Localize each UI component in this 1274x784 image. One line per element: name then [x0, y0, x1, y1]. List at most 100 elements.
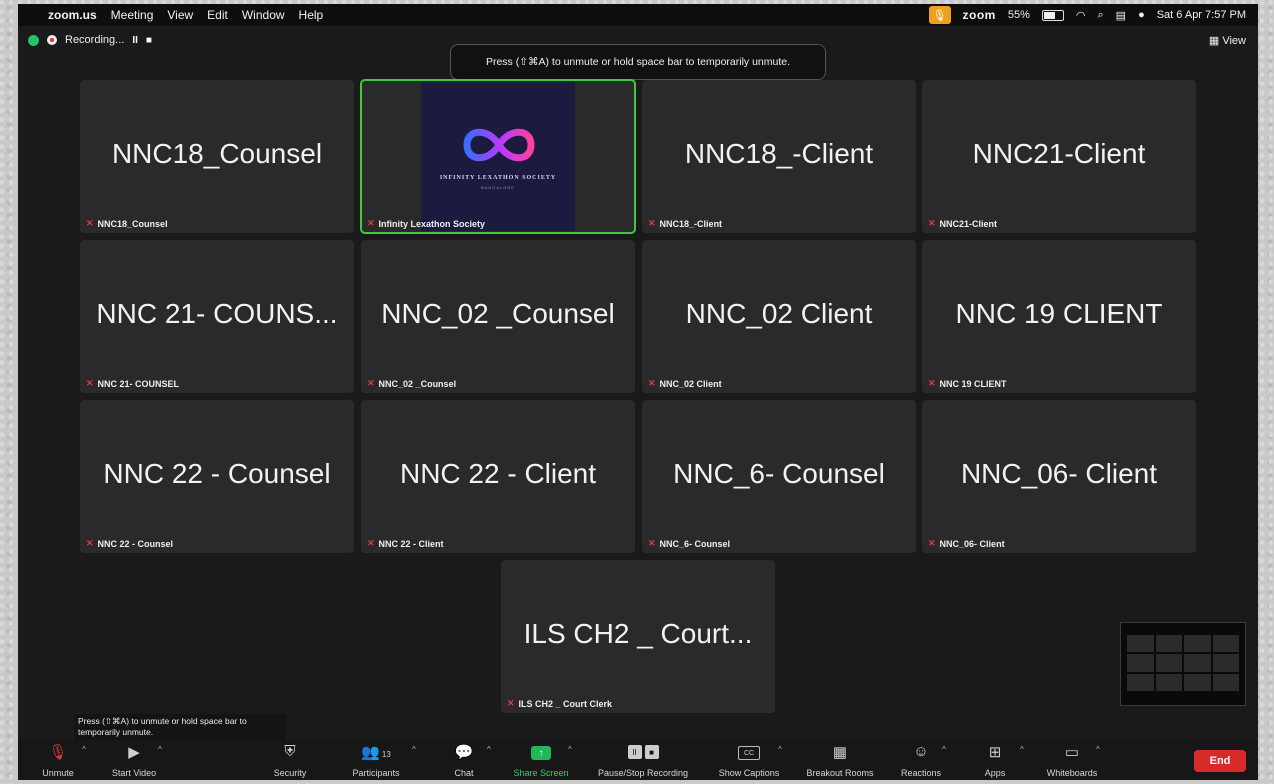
thumbnail-grid [1127, 635, 1239, 691]
meeting-toolbar: 🎙 Unmute ^ ▶ Start Video ^ ⛨ Security 👥 1… [18, 740, 1258, 780]
start-video-button[interactable]: ▶ Start Video [104, 740, 164, 780]
participant-name-label: ✕ ILS CH2 _ Court Clerk [507, 698, 613, 709]
show-captions-label: Show Captions [718, 768, 780, 778]
shield-icon: ⛨ [284, 743, 296, 760]
mac-menubar: zoom.us Meeting View Edit Window Help 🎙 … [18, 4, 1258, 26]
chat-button[interactable]: 💬 Chat [448, 740, 480, 780]
breakout-rooms-button[interactable]: ▦ Breakout Rooms [800, 740, 880, 780]
muted-mic-icon: ✕ [648, 218, 656, 228]
zoom-status-label[interactable]: zoom [963, 8, 996, 22]
participant-display-name: NNC 21- COUNS... [96, 298, 338, 329]
muted-mic-icon: ✕ [928, 378, 936, 388]
pause-stop-recording-button[interactable]: II ■ Pause/Stop Recording [588, 740, 698, 780]
participant-display-name: NNC_02 _Counsel [381, 298, 615, 329]
unmute-label: Unmute [42, 768, 74, 778]
participant-tile[interactable]: NNC 22 - Client ✕ NNC 22 - Client [361, 400, 635, 553]
menu-view[interactable]: View [167, 8, 193, 22]
whiteboards-button[interactable]: ▭ Whiteboards [1040, 740, 1104, 780]
menu-edit[interactable]: Edit [207, 8, 228, 22]
wifi-icon[interactable]: ◠ [1076, 9, 1086, 22]
whiteboards-chevron-icon[interactable]: ^ [1096, 745, 1100, 754]
video-off-icon: ▶ [128, 744, 140, 761]
pause-recording-button[interactable]: II [132, 35, 138, 46]
siri-icon[interactable]: ● [1138, 9, 1145, 21]
participant-tile[interactable]: NNC_02 _Counsel ✕ NNC_02 _Counsel [361, 240, 635, 393]
end-meeting-button[interactable]: End [1194, 750, 1246, 772]
menu-zoom-us[interactable]: zoom.us [48, 8, 97, 22]
participant-display-name: NNC_06- Client [960, 458, 1158, 489]
apps-icon: ⊞ [988, 744, 1002, 761]
encryption-shield-icon[interactable] [28, 34, 39, 46]
participant-tile[interactable]: NNC21-Client ✕ NNC21-Client [922, 80, 1196, 233]
apps-label: Apps [984, 768, 1006, 778]
participant-tile[interactable]: NNC_06- Client ✕ NNC_06- Client [922, 400, 1196, 553]
security-button[interactable]: ⛨ Security [268, 740, 312, 780]
pause-icon: II [627, 745, 642, 759]
menu-window[interactable]: Window [242, 8, 285, 22]
apps-chevron-icon[interactable]: ^ [1020, 745, 1024, 754]
chat-bubble-icon: 💬 [454, 744, 474, 761]
participant-tile[interactable]: NNC 22 - Counsel ✕ NNC 22 - Counsel [80, 400, 354, 553]
participant-tile[interactable]: NNC 19 CLIENT ✕ NNC 19 CLIENT [922, 240, 1196, 393]
participant-name-label: ✕ NNC 21- COUNSEL [86, 378, 180, 389]
participants-count: 13 [381, 750, 391, 759]
control-center-icon[interactable]: ▤ [1116, 9, 1126, 22]
participant-display-name: NNC18_-Client [684, 138, 874, 169]
share-chevron-icon[interactable]: ^ [568, 745, 572, 754]
pause-stop-icons: II ■ [627, 745, 659, 759]
datetime[interactable]: Sat 6 Apr 7:57 PM [1157, 9, 1246, 21]
unmute-hint-banner: Press (⇧⌘A) to unmute or hold space bar … [450, 44, 826, 80]
share-screen-button[interactable]: ↑ Share Screen [508, 740, 574, 780]
participant-name-label: ✕ NNC 19 CLIENT [928, 378, 1007, 389]
stop-icon: ■ [644, 745, 659, 759]
muted-mic-icon: ✕ [86, 378, 94, 388]
participant-display-name: NNC 22 - Counsel [103, 458, 331, 489]
security-label: Security [273, 768, 307, 778]
captions-chevron-icon[interactable]: ^ [778, 745, 782, 754]
share-screen-icon-wrap: ↑ [531, 746, 551, 760]
reactions-label: Reactions [900, 768, 942, 778]
pause-stop-recording-label: Pause/Stop Recording [597, 768, 689, 778]
grid-icon: ▦ [1208, 35, 1223, 47]
gallery-thumbnail-preview[interactable] [1120, 622, 1246, 706]
muted-mic-icon: ✕ [648, 538, 656, 548]
mic-in-use-icon[interactable]: 🎙 [928, 6, 951, 24]
spotlight-search-icon[interactable]: ⌕ [1097, 9, 1103, 22]
participant-tile[interactable]: NNC18_Counsel ✕ NNC18_Counsel [80, 80, 354, 233]
participants-icon: 👥 13 [361, 744, 391, 761]
participants-button[interactable]: 👥 13 Participants [346, 740, 406, 780]
menu-meeting[interactable]: Meeting [111, 8, 154, 22]
captions-icon: CC [738, 746, 760, 760]
participant-tile[interactable]: NNC 21- COUNS... ✕ NNC 21- COUNSEL [80, 240, 354, 393]
participant-tile[interactable]: NNC_02 Client ✕ NNC_02 Client [642, 240, 916, 393]
apps-button[interactable]: ⊞ Apps [980, 740, 1010, 780]
participant-name-label: ✕ NNC 22 - Client [367, 538, 444, 549]
participants-chevron-icon[interactable]: ^ [412, 745, 416, 754]
menu-help[interactable]: Help [299, 8, 324, 22]
unmute-button[interactable]: 🎙 Unmute [38, 740, 78, 780]
stop-recording-button[interactable]: ■ [146, 35, 152, 46]
participant-tile[interactable]: NNC_6- Counsel ✕ NNC_6- Counsel [642, 400, 916, 553]
view-button[interactable]: ▦ View [1209, 34, 1246, 47]
muted-mic-icon: ✕ [367, 378, 375, 388]
battery-icon[interactable] [1041, 9, 1064, 21]
unmute-tooltip: Press (⇧⌘A) to unmute or hold space bar … [74, 714, 286, 740]
muted-mic-icon: ✕ [648, 378, 656, 388]
muted-mic-icon: ✕ [507, 698, 515, 708]
participant-name-label: ✕ NNC21-Client [928, 218, 998, 229]
video-options-chevron-icon[interactable]: ^ [158, 745, 162, 754]
participant-name-label: ✕ NNC_06- Client [928, 538, 1005, 549]
participant-video-logo: INFINITY LEXATHON SOCIETY BANGALORE [421, 82, 575, 231]
participant-name-label: ✕ NNC_6- Counsel [648, 538, 731, 549]
participant-tile[interactable]: NNC18_-Client ✕ NNC18_-Client [642, 80, 916, 233]
participant-tile[interactable]: ILS CH2 _ Court... ✕ ILS CH2 _ Court Cler… [501, 560, 775, 713]
muted-mic-icon: ✕ [928, 538, 936, 548]
show-captions-button[interactable]: CC Show Captions [712, 740, 786, 780]
reactions-button[interactable]: ☺ Reactions [896, 740, 946, 780]
participant-name-label: ✕ NNC 22 - Counsel [86, 538, 174, 549]
chat-chevron-icon[interactable]: ^ [487, 745, 491, 754]
audio-options-chevron-icon[interactable]: ^ [82, 745, 86, 754]
zoom-screen: zoom.us Meeting View Edit Window Help 🎙 … [18, 4, 1258, 780]
participant-tile-active-speaker[interactable]: INFINITY LEXATHON SOCIETY BANGALORE ✕ Inf… [360, 79, 636, 234]
reactions-chevron-icon[interactable]: ^ [942, 745, 946, 754]
